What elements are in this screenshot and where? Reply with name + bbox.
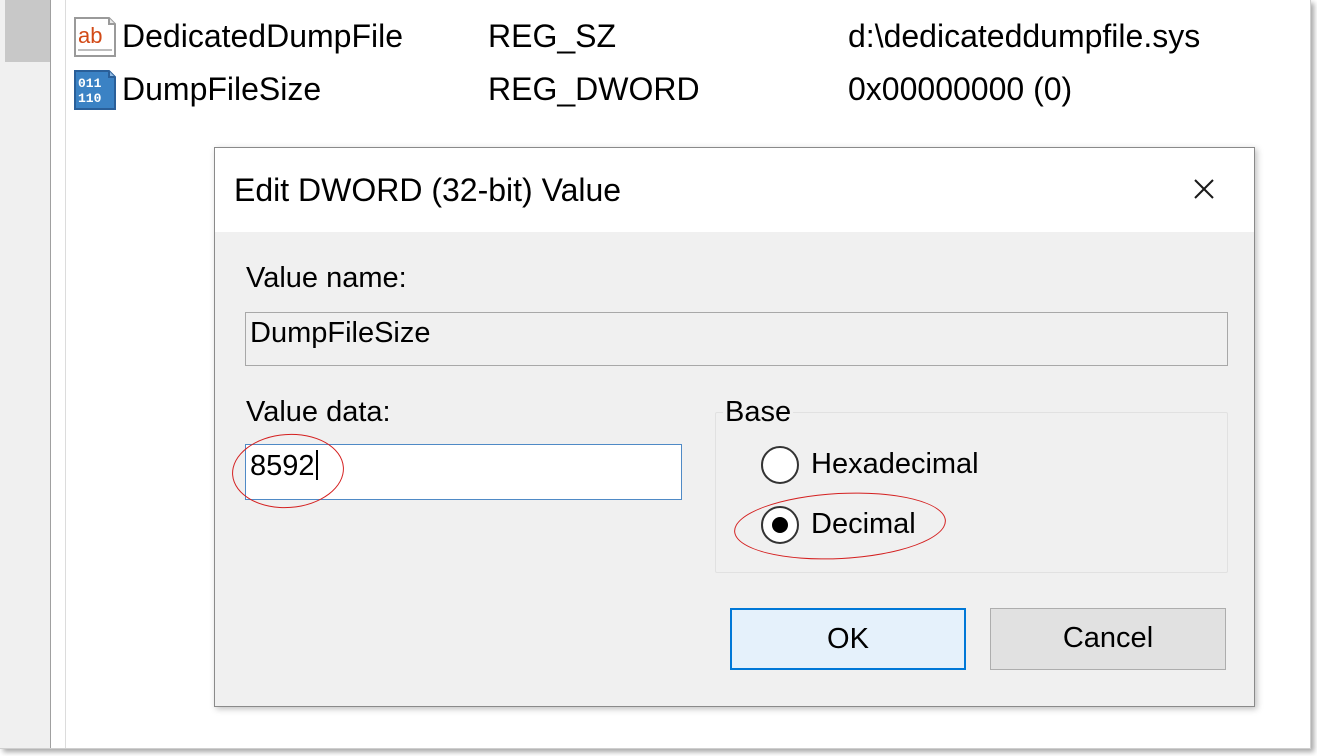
svg-text:ab: ab xyxy=(78,23,102,48)
value-name: DumpFileSize xyxy=(122,71,322,107)
value-name: DedicatedDumpFile xyxy=(122,18,404,54)
registry-value-row[interactable]: ab DedicatedDumpFile REG_SZ d:\dedicated… xyxy=(70,14,1300,60)
tree-pane[interactable] xyxy=(0,0,50,748)
value-data: 0x00000000 (0) xyxy=(848,71,1073,107)
decimal-radio[interactable]: Decimal xyxy=(761,506,1061,546)
svg-text:110: 110 xyxy=(78,91,102,106)
base-groupbox xyxy=(715,412,1228,573)
value-name-field: DumpFileSize xyxy=(245,312,1228,366)
cancel-button[interactable]: Cancel xyxy=(990,608,1226,670)
pane-splitter[interactable] xyxy=(50,0,66,748)
base-label: Base xyxy=(723,396,794,429)
dialog-title: Edit DWORD (32-bit) Value xyxy=(234,172,622,208)
value-name-label: Value name: xyxy=(246,262,407,294)
hexadecimal-radio[interactable]: Hexadecimal xyxy=(761,446,1061,486)
text-caret xyxy=(315,450,318,480)
hexadecimal-radio-label: Hexadecimal xyxy=(811,448,979,480)
value-data-text: 8592 xyxy=(250,450,315,482)
close-button[interactable] xyxy=(1179,170,1229,210)
radio-dot xyxy=(772,517,788,533)
radio-unchecked-icon xyxy=(761,446,799,484)
ok-button[interactable]: OK xyxy=(730,608,966,670)
tree-scrollbar-thumb[interactable] xyxy=(5,0,50,62)
svg-text:011: 011 xyxy=(78,76,102,91)
value-data: d:\dedicateddumpfile.sys xyxy=(848,18,1201,54)
registry-value-row[interactable]: 011 110 DumpFileSize REG_DWORD 0x0000000… xyxy=(70,67,1300,113)
value-type: REG_DWORD xyxy=(488,71,700,107)
binary-value-icon: 011 110 xyxy=(74,70,116,110)
string-value-icon: ab xyxy=(74,17,116,57)
edit-dword-dialog: Edit DWORD (32-bit) Value Value name: Du… xyxy=(214,147,1255,707)
dialog-titlebar[interactable]: Edit DWORD (32-bit) Value xyxy=(215,148,1254,232)
radio-checked-icon xyxy=(761,506,799,544)
value-type: REG_SZ xyxy=(488,18,617,54)
decimal-radio-label: Decimal xyxy=(811,508,916,540)
value-data-input[interactable]: 8592 xyxy=(245,444,682,500)
value-data-label: Value data: xyxy=(246,396,391,428)
close-icon xyxy=(1194,179,1214,199)
